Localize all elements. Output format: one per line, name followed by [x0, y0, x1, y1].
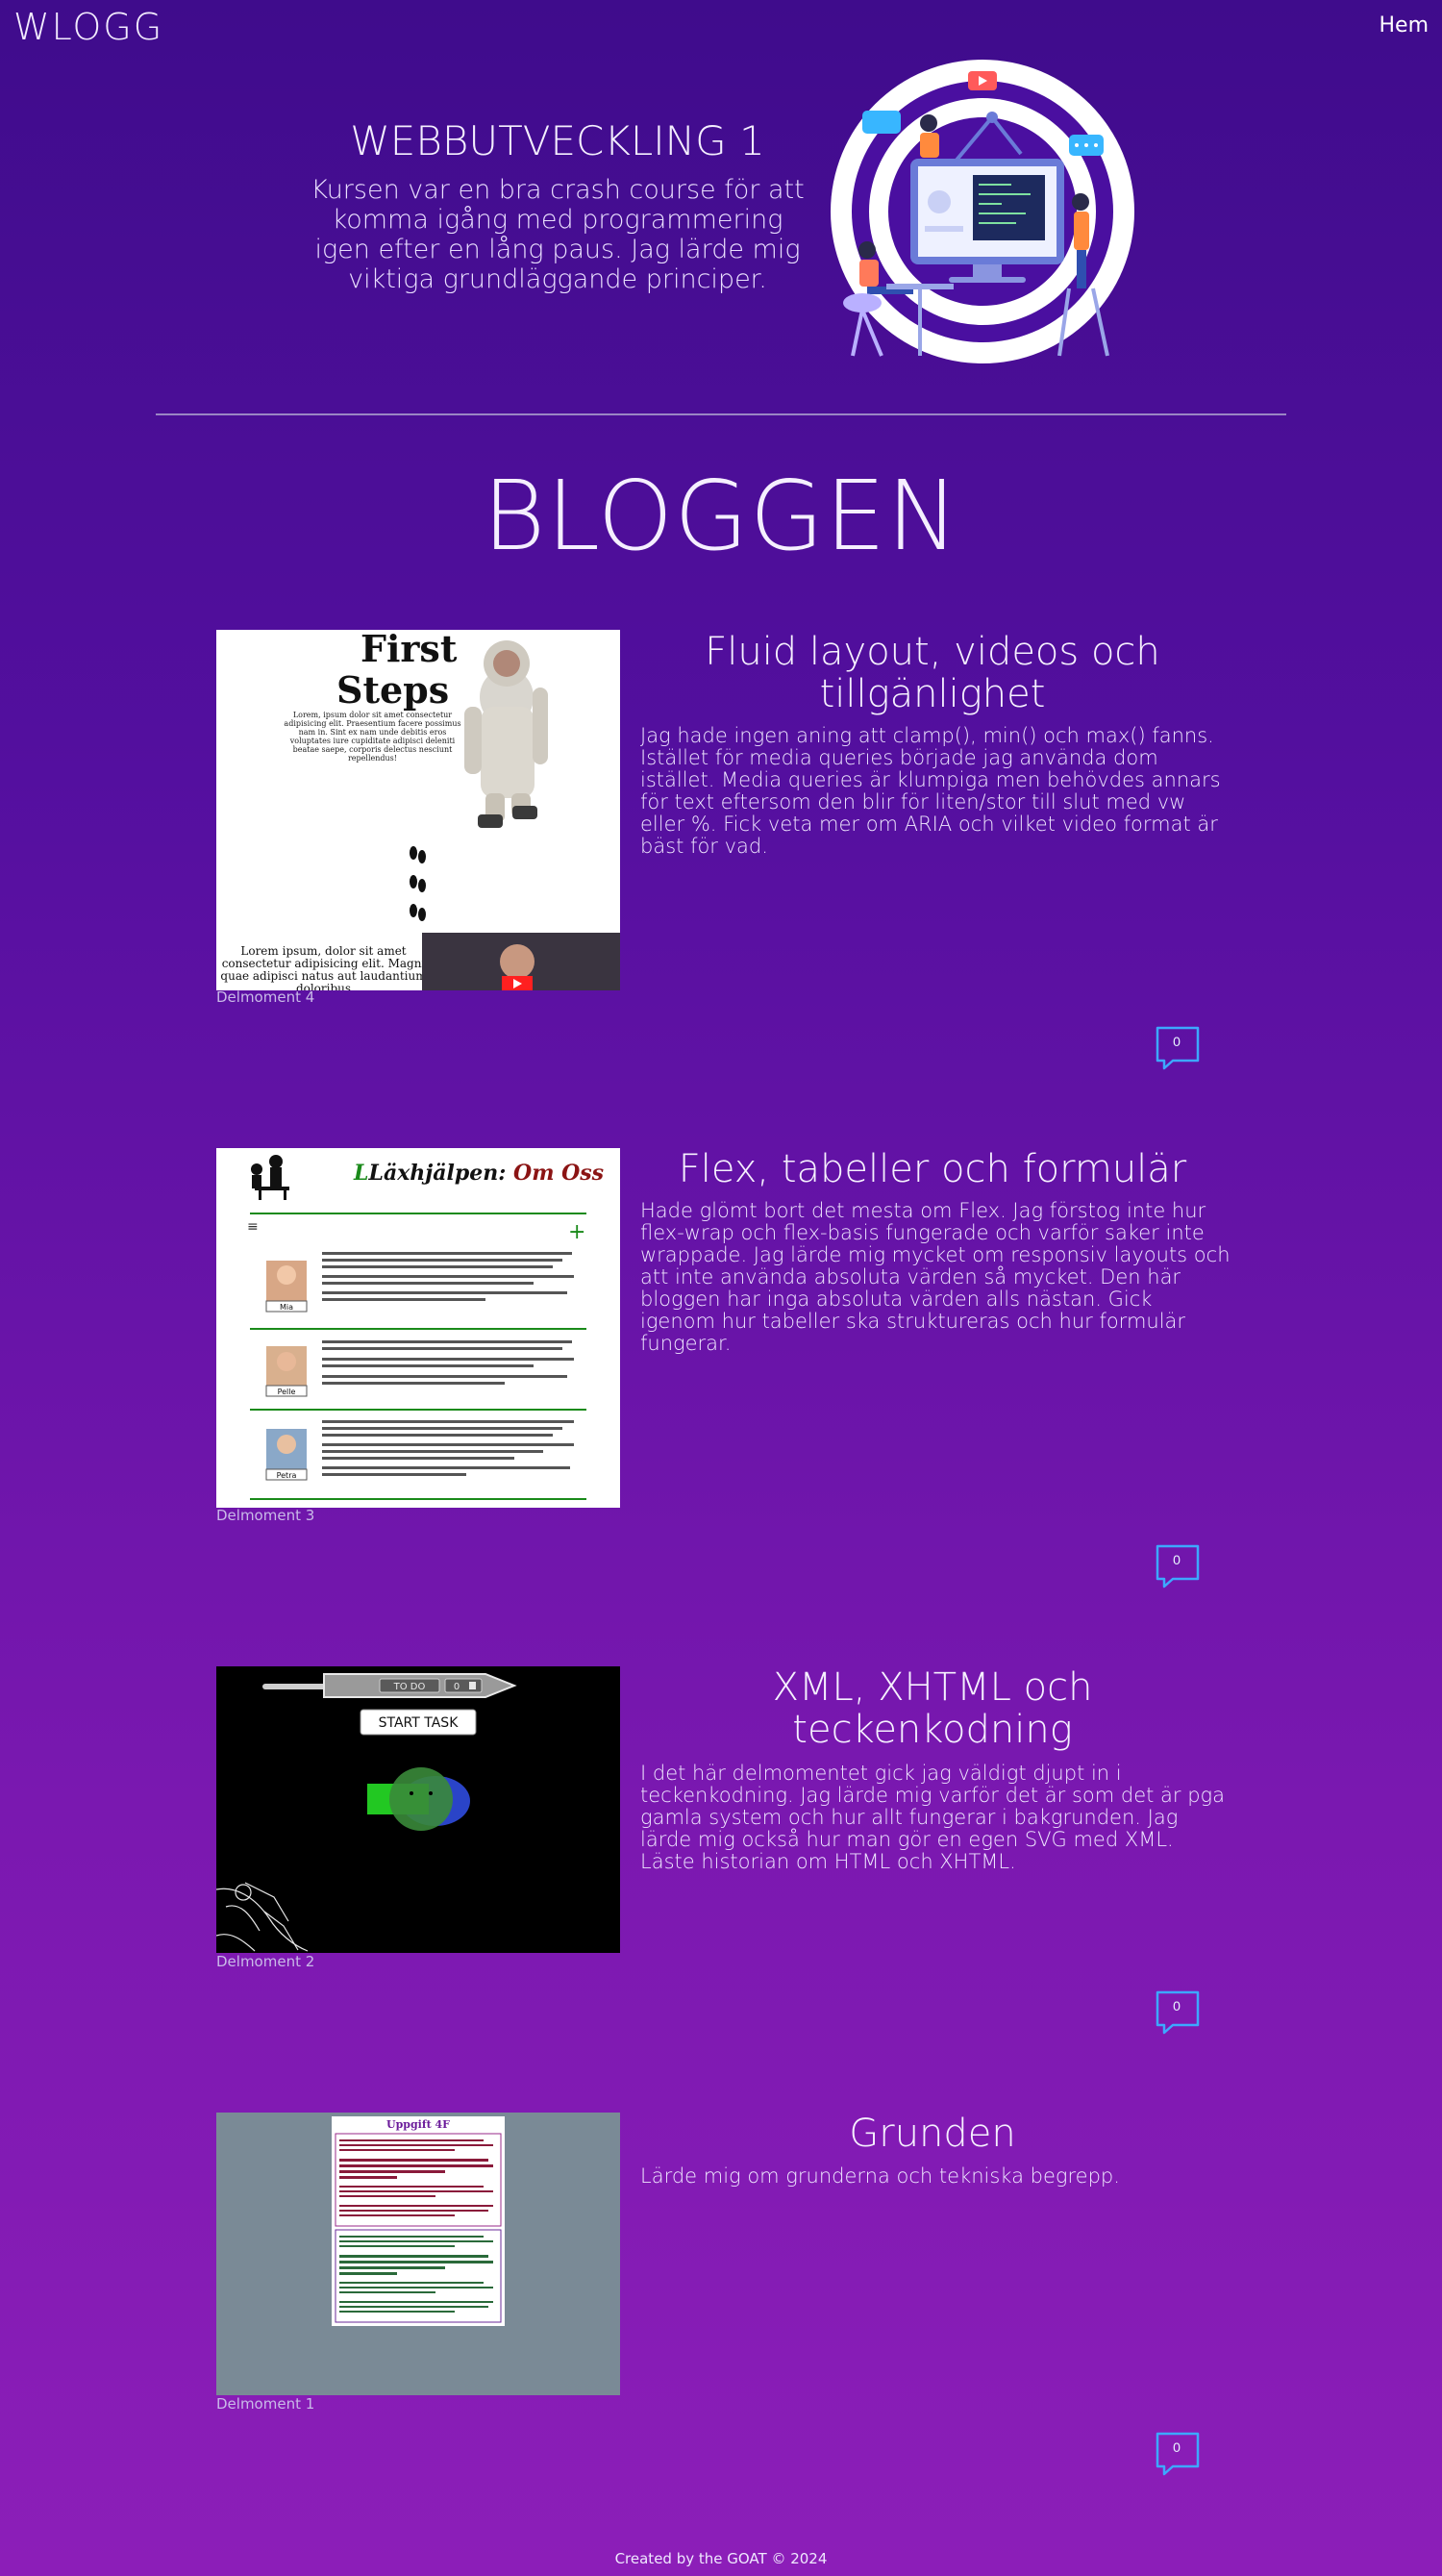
- post-title: Fluid layout, videos och tillgänlighet: [705, 630, 1160, 716]
- post-text: I det här delmomentet gick jag väldigt d…: [640, 1762, 1226, 1873]
- comment-button[interactable]: 0: [1155, 1989, 1201, 2036]
- thumb-lorem-top: Lorem, ipsum dolor sit amet consectetur …: [284, 711, 461, 763]
- section-divider: [156, 413, 1286, 415]
- profile-name: Mia: [280, 1303, 293, 1312]
- svg-text:LLäxhjälpen: Om Oss: LLäxhjälpen: Om Oss: [353, 1161, 604, 1186]
- thumb-title: Uppgift 4F: [386, 2118, 450, 2131]
- post-text: Lärde mig om grunderna och tekniska begr…: [640, 2164, 1120, 2188]
- comment-button[interactable]: 0: [1155, 1543, 1201, 1589]
- post-text: Hade glömt bort det mesta om Flex. Jag f…: [640, 1199, 1231, 1355]
- comment-button[interactable]: 0: [1155, 2431, 1201, 2477]
- post-title: XML, XHTML och teckenkodning: [772, 1665, 1093, 1752]
- comment-count: 0: [1173, 1998, 1181, 2013]
- comment-count: 0: [1173, 2439, 1181, 2455]
- profile-mia: Mia: [265, 1261, 308, 1313]
- thumb-counter: 0: [454, 1682, 460, 1692]
- profile-pelle: Pelle: [265, 1346, 308, 1397]
- thumb-heading-first: First: [360, 630, 458, 670]
- thumb-title-a: Läxhjälpen:: [367, 1161, 513, 1186]
- thumb-start-button: START TASK: [379, 1715, 460, 1731]
- hero-text: Kursen var en bra crash course för att k…: [311, 175, 805, 294]
- profile-name: Pelle: [278, 1388, 296, 1396]
- profile-petra: Petra: [265, 1429, 308, 1481]
- post-thumbnail[interactable]: First Steps Lorem, ipsum dolor sit amet …: [216, 630, 620, 990]
- thumb-heading-steps: Steps: [336, 668, 449, 712]
- post-title: Flex, tabeller och formulär: [678, 1147, 1187, 1191]
- blog-heading: BLOGGEN: [482, 460, 960, 572]
- post-text: Jag hade ingen aning att clamp(), min() …: [640, 724, 1221, 858]
- hero-illustration: [829, 58, 1136, 365]
- post-caption: Delmoment 3: [216, 1507, 315, 1524]
- comment-count: 0: [1173, 1034, 1181, 1049]
- thumb-todo: TO DO: [393, 1682, 426, 1692]
- comment-count: 0: [1173, 1552, 1181, 1567]
- post-caption: Delmoment 2: [216, 1953, 315, 1970]
- post-thumbnail[interactable]: Uppgift 4F: [216, 2113, 620, 2395]
- post-caption: Delmoment 4: [216, 988, 315, 1006]
- footer-text: Created by the GOAT © 2024: [614, 2550, 828, 2567]
- site-logo[interactable]: WLOGG: [13, 6, 163, 48]
- post-thumbnail[interactable]: LLäxhjälpen: Om Oss ≡ + Mia Pelle Petra: [216, 1148, 620, 1508]
- svg-text:≡: ≡: [247, 1219, 259, 1235]
- nav-link-home[interactable]: Hem: [1379, 13, 1429, 38]
- svg-text:+: +: [568, 1220, 585, 1244]
- comment-button[interactable]: 0: [1155, 1025, 1201, 1071]
- post-title: Grunden: [849, 2112, 1016, 2156]
- post-caption: Delmoment 1: [216, 2395, 315, 2413]
- thumb-title-b: Om Oss: [513, 1161, 604, 1186]
- post-thumbnail[interactable]: TO DO 0 START TASK: [216, 1666, 620, 1953]
- profile-name: Petra: [277, 1471, 297, 1480]
- hero-title: WEBBUTVECKLING 1: [350, 117, 765, 164]
- thumb-lorem-bottom: Lorem ipsum, dolor sit amet consectetur …: [220, 945, 427, 990]
- top-navigation: WLOGG Hem: [0, 0, 1442, 54]
